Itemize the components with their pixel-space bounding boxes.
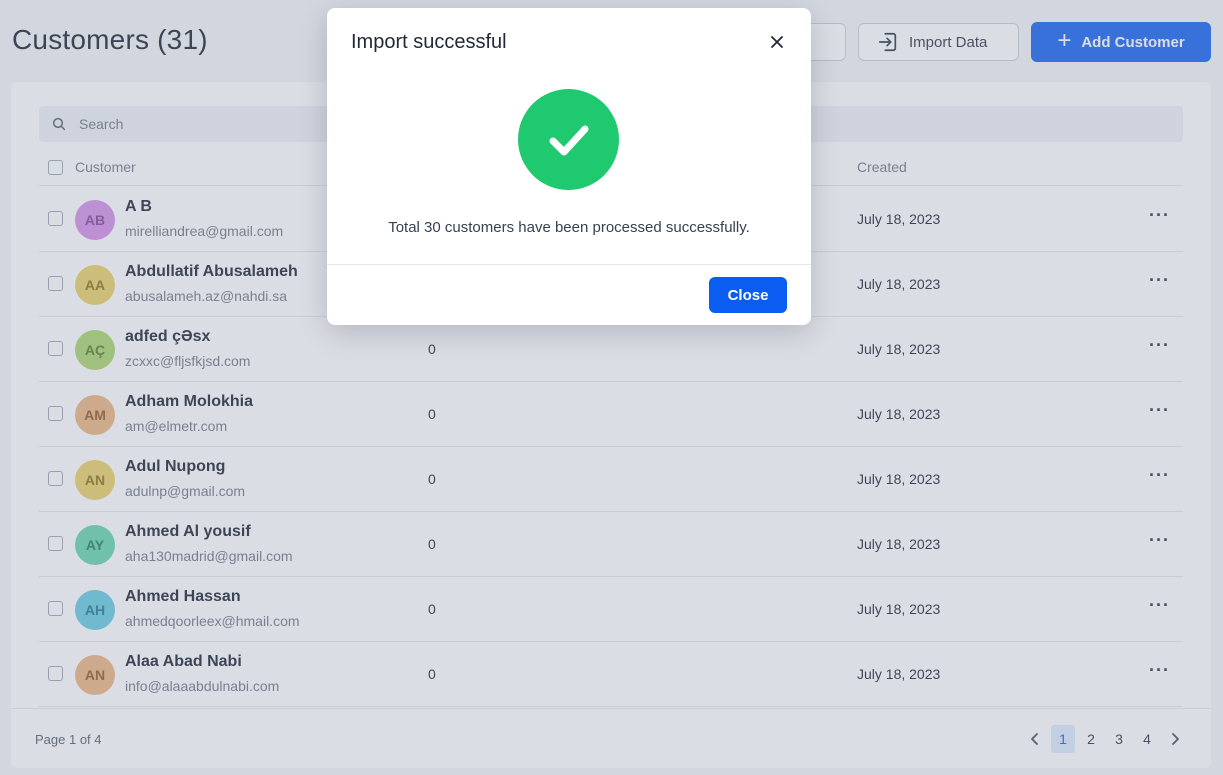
success-check-icon xyxy=(518,89,619,190)
close-icon[interactable] xyxy=(767,30,787,54)
dialog-message: Total 30 customers have been processed s… xyxy=(388,219,750,236)
close-button[interactable]: Close xyxy=(709,277,787,313)
dialog-divider xyxy=(327,264,811,265)
import-success-dialog: Import successful Total 30 customers hav… xyxy=(327,8,811,325)
dialog-title: Import successful xyxy=(351,31,507,53)
